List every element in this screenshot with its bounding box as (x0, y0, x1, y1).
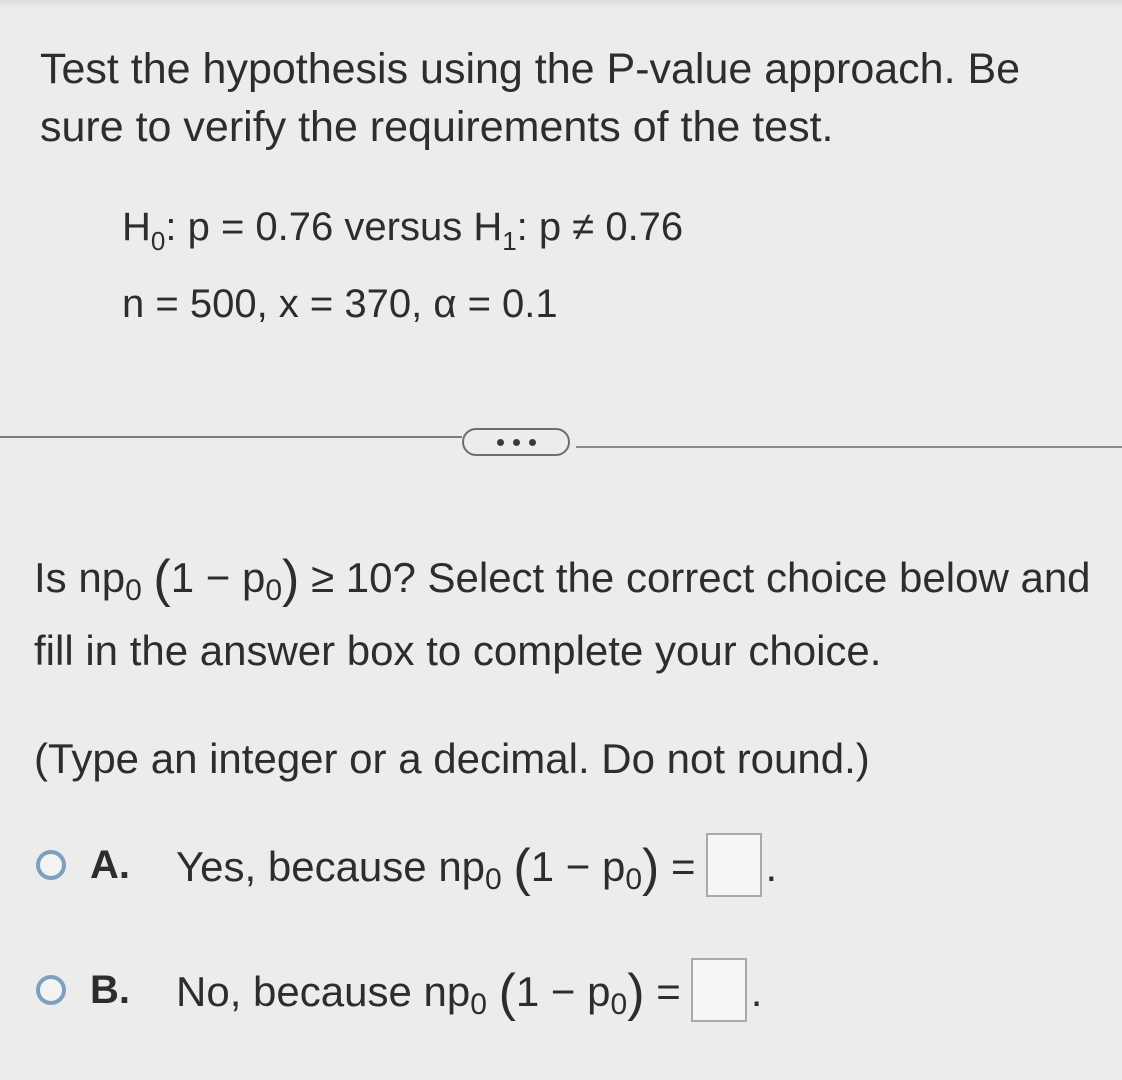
choice-period: . (765, 842, 778, 890)
requirement-question: Is np0 (1 − p0) ≥ 10? Select the correct… (34, 548, 1104, 681)
choice-text: Yes, because np0 (1 − p0) =. (176, 832, 778, 898)
choice-letter: B. (90, 967, 130, 1012)
radio-button-a[interactable] (36, 850, 66, 880)
ellipsis-dot-icon (512, 438, 520, 446)
choice-mid: 1 − p (530, 842, 626, 890)
parameters-line: n = 500, x = 370, α = 0.1 (122, 282, 558, 326)
choice-a[interactable]: A. Yes, because np0 (1 − p0) =. (36, 830, 777, 900)
h1-statement: : p ≠ 0.76 (516, 205, 684, 249)
choice-mid: 1 − p (515, 967, 611, 1015)
answer-input-b[interactable] (690, 957, 747, 1022)
ellipsis-dot-icon (528, 438, 536, 446)
question-open-paren: ( (153, 550, 171, 608)
choice-equals: = (671, 842, 696, 890)
question-close-paren: ) (282, 550, 300, 608)
answer-instruction: (Type an integer or a decimal. Do not ro… (34, 735, 870, 782)
radio-button-b[interactable] (36, 975, 66, 1005)
ellipsis-dot-icon (496, 438, 504, 446)
divider-left (0, 436, 462, 438)
choice-b[interactable]: B. No, because np0 (1 − p0) =. (36, 955, 762, 1025)
choice-equals: = (656, 967, 681, 1015)
hypotheses-line: H0: p = 0.76 versus H1: p ≠ 0.76 (122, 205, 683, 257)
choice-prefix: Yes, because np (176, 842, 486, 890)
expand-more-button[interactable] (462, 428, 570, 456)
top-border (0, 0, 1122, 8)
question-sub: 0 (125, 574, 142, 607)
choice-open-paren: ( (513, 838, 531, 897)
choice-sub2: 0 (625, 862, 643, 896)
choice-prefix: No, because np (176, 967, 471, 1015)
choice-close-paren: ) (642, 838, 660, 897)
choice-close-paren: ) (627, 963, 645, 1022)
divider-right (576, 446, 1122, 448)
answer-input-a[interactable] (705, 832, 762, 897)
choice-open-paren: ( (498, 963, 516, 1022)
problem-prompt: Test the hypothesis using the P-value ap… (40, 45, 1021, 151)
h1-subscript: 1 (502, 226, 517, 256)
h0-statement: : p = 0.76 versus (165, 205, 474, 249)
choice-text: No, because np0 (1 − p0) =. (176, 957, 763, 1023)
question-mid: 1 − p (170, 554, 266, 601)
question-lead: Is np (34, 554, 126, 601)
h0-label: H (122, 205, 151, 249)
choice-sub: 0 (485, 862, 502, 896)
choice-sub2: 0 (610, 987, 628, 1021)
h0-subscript: 0 (150, 226, 166, 256)
question-sub2: 0 (265, 574, 283, 607)
choice-sub: 0 (470, 987, 487, 1021)
h1-label: H (473, 205, 503, 249)
choice-period: . (750, 967, 763, 1015)
choice-letter: A. (90, 842, 130, 887)
